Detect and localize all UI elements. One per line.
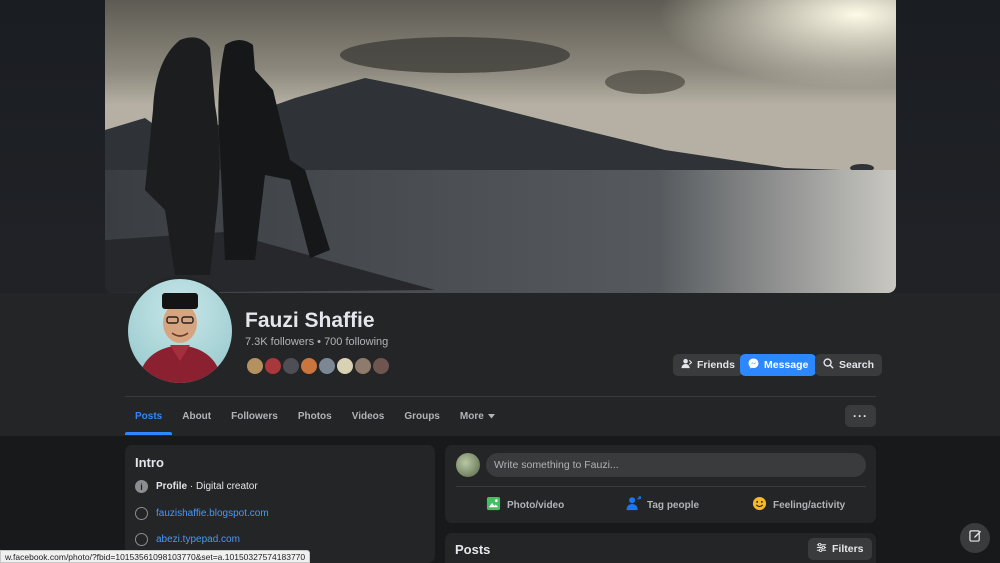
following-count[interactable]: 700 following <box>324 336 388 348</box>
profile-options-button[interactable]: ··· <box>845 405 876 427</box>
intro-link-row: fauzishaffie.blogspot.com <box>135 507 269 520</box>
posts-title: Posts <box>455 542 491 557</box>
intro-card: Intro i Profile · Digital creator fauzis… <box>125 445 435 563</box>
intro-profile-label: Profile <box>156 481 188 492</box>
feeling-activity-label: Feeling/activity <box>773 499 846 511</box>
tab-label: Posts <box>135 410 163 422</box>
filters-label: Filters <box>832 543 864 555</box>
post-composer-input[interactable]: Write something to Fauzi... <box>486 453 866 477</box>
follower-avatar[interactable] <box>371 356 391 376</box>
tab-more[interactable]: More <box>450 397 505 435</box>
tab-label: About <box>182 410 212 422</box>
post-composer-card: Write something to Fauzi... Photo/video … <box>445 445 876 523</box>
tab-label: More <box>459 410 484 422</box>
profile-name: Fauzi Shaffie <box>245 309 375 332</box>
intro-link[interactable]: abezi.typepad.com <box>156 534 240 545</box>
feeling-icon <box>752 496 767 514</box>
intro-profile-row: i Profile · Digital creator <box>135 480 258 493</box>
follower-avatar[interactable] <box>299 356 319 376</box>
globe-icon <box>135 533 148 546</box>
photo-video-label: Photo/video <box>507 499 565 511</box>
intro-title: Intro <box>135 455 164 470</box>
search-label: Search <box>839 359 875 371</box>
tab-label: Videos <box>351 410 385 422</box>
intro-link[interactable]: fauzishaffie.blogspot.com <box>156 508 269 519</box>
composer-avatar[interactable] <box>456 453 480 477</box>
message-label: Message <box>764 359 809 371</box>
tab-posts[interactable]: Posts <box>125 397 173 435</box>
follower-avatar[interactable] <box>245 356 265 376</box>
follower-avatar[interactable] <box>353 356 373 376</box>
feeling-activity-button[interactable]: Feeling/activity <box>752 495 845 515</box>
follow-stats: 7.3K followers • 700 following <box>245 336 388 348</box>
new-message-button[interactable] <box>960 523 990 553</box>
filters-icon <box>816 542 827 556</box>
profile-avatar[interactable] <box>125 276 235 386</box>
intro-link-row: abezi.typepad.com <box>135 533 240 546</box>
more-options-icon: ··· <box>853 409 868 423</box>
follower-avatar[interactable] <box>335 356 355 376</box>
tab-videos[interactable]: Videos <box>342 397 395 435</box>
search-button[interactable]: Search <box>815 354 883 376</box>
browser-status-bar: w.facebook.com/photo/?fbid=1015356109810… <box>0 550 311 563</box>
tab-label: Photos <box>297 410 332 422</box>
messenger-icon <box>748 358 759 372</box>
filters-button[interactable]: Filters <box>808 538 872 560</box>
cover-photo[interactable] <box>105 0 896 293</box>
tag-people-button[interactable]: Tag people <box>626 495 699 515</box>
tag-icon <box>626 496 642 514</box>
friends-label: Friends <box>697 359 735 371</box>
tab-followers[interactable]: Followers <box>221 397 288 435</box>
intro-profile-value: · Digital creator <box>187 481 258 492</box>
globe-icon <box>135 507 148 520</box>
message-button[interactable]: Message <box>740 354 817 376</box>
tab-photos[interactable]: Photos <box>288 397 342 435</box>
stats-separator: • <box>314 336 325 348</box>
composer-divider <box>456 486 866 487</box>
posts-card: Posts Filters <box>445 533 876 563</box>
profile-tabs: Posts About Followers Photos Videos Grou… <box>125 397 505 435</box>
follower-avatar[interactable] <box>317 356 337 376</box>
tab-label: Followers <box>231 410 278 422</box>
follower-avatar[interactable] <box>281 356 301 376</box>
friends-button[interactable]: Friends <box>673 354 743 376</box>
tab-groups[interactable]: Groups <box>394 397 450 435</box>
info-icon: i <box>135 480 148 493</box>
photo-icon <box>486 496 501 514</box>
tag-people-label: Tag people <box>647 499 700 511</box>
tab-about[interactable]: About <box>172 397 221 435</box>
caret-down-icon <box>487 411 495 422</box>
friends-icon <box>681 358 693 372</box>
search-icon <box>823 358 834 372</box>
followers-count[interactable]: 7.3K followers <box>245 336 314 348</box>
tab-label: Groups <box>404 410 440 422</box>
photo-video-button[interactable]: Photo/video <box>486 495 564 515</box>
follower-avatar[interactable] <box>263 356 283 376</box>
edit-icon <box>968 529 982 547</box>
